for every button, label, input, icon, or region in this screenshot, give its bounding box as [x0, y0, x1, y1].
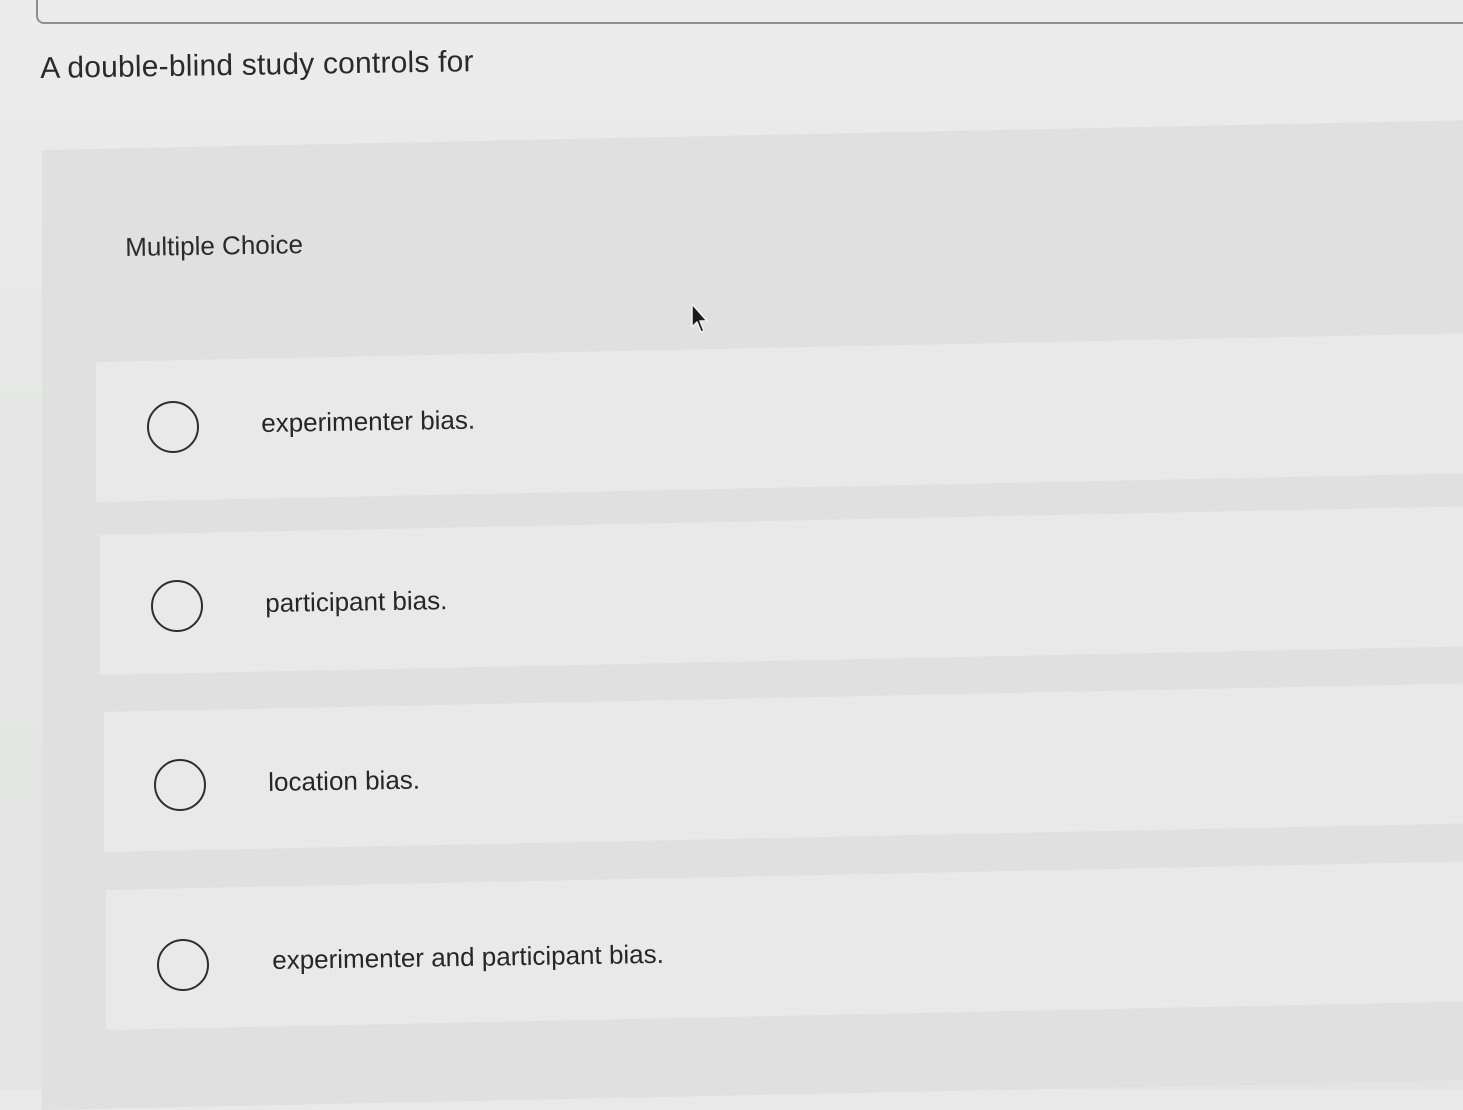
- radio-unselected-icon[interactable]: [154, 759, 206, 811]
- radio-unselected-icon[interactable]: [157, 939, 209, 991]
- previous-input-box: [36, 0, 1463, 24]
- question-type-label: Multiple Choice: [125, 229, 304, 262]
- radio-unselected-icon[interactable]: [151, 580, 203, 632]
- answer-option-label: experimenter bias.: [261, 404, 476, 438]
- answer-option-label: participant bias.: [265, 585, 448, 618]
- radio-unselected-icon[interactable]: [147, 401, 199, 453]
- mouse-pointer-icon: [691, 303, 708, 333]
- answer-option-label: location bias.: [268, 764, 421, 797]
- answer-option-label: experimenter and participant bias.: [272, 938, 665, 975]
- question-text: A double-blind study controls for: [40, 45, 474, 85]
- quiz-page: A double-blind study controls for Multip…: [0, 0, 1463, 1110]
